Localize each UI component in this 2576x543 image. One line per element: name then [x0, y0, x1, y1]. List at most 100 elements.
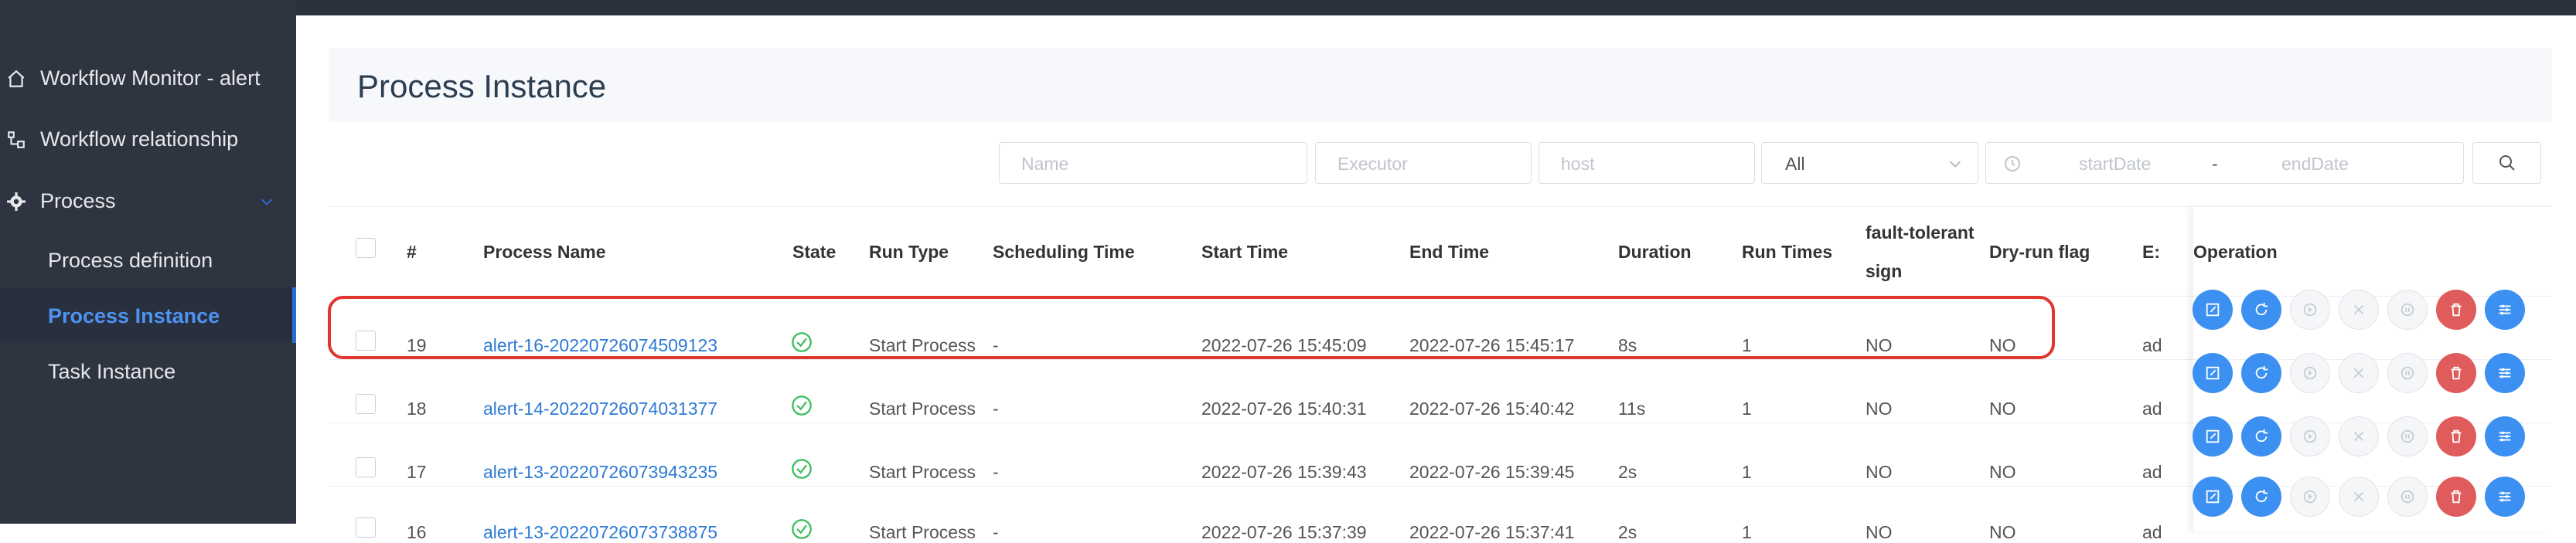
process-name-link[interactable]: alert-14-20220726074031377	[483, 399, 717, 419]
home-icon	[8, 70, 25, 87]
search-icon	[2499, 155, 2515, 171]
delete-button[interactable]	[2436, 290, 2476, 330]
pause-circle-icon	[2401, 429, 2414, 443]
edit-button[interactable]	[2193, 477, 2233, 517]
host-input[interactable]: host	[1538, 142, 1755, 184]
pause-button[interactable]	[2387, 290, 2428, 330]
trash-icon	[2451, 303, 2462, 317]
recover-button[interactable]	[2290, 353, 2330, 393]
col-fault-tolerant-sign: sign	[1866, 261, 1903, 281]
row-run-type: Start Process	[869, 522, 976, 542]
sidebar-item-label: Process	[40, 189, 116, 212]
stop-button[interactable]	[2339, 353, 2379, 393]
row-id: 16	[407, 522, 427, 542]
sliders-icon	[2499, 368, 2511, 378]
close-icon	[2353, 368, 2364, 378]
play-circle-icon	[2303, 490, 2317, 504]
delete-button[interactable]	[2436, 416, 2476, 456]
recover-button[interactable]	[2290, 477, 2330, 517]
sliders-icon	[2499, 304, 2511, 315]
pause-circle-icon	[2401, 366, 2414, 380]
gantt-button[interactable]	[2485, 416, 2525, 456]
sidebar-item-process-instance[interactable]: Process Instance	[48, 304, 220, 328]
sidebar-item-label: Workflow relationship	[40, 127, 239, 151]
date-separator: -	[2212, 154, 2218, 174]
executor-input[interactable]: Executor	[1315, 142, 1532, 184]
col-dry-run: Dry-run flag	[1989, 242, 2090, 262]
edit-button[interactable]	[2193, 290, 2233, 330]
pause-button[interactable]	[2387, 477, 2428, 517]
stop-button[interactable]	[2339, 477, 2379, 517]
sidebar: Workflow Monitor - alert Workflow relati…	[0, 0, 296, 524]
state-select[interactable]: All	[1761, 142, 1978, 184]
close-icon	[2353, 431, 2364, 442]
row-checkbox[interactable]	[356, 518, 376, 538]
gantt-button[interactable]	[2485, 353, 2525, 393]
edit-icon	[2206, 490, 2220, 504]
sidebar-item-workflow-relationship[interactable]: Workflow relationship	[6, 127, 238, 151]
row-scheduling-time: -	[993, 522, 999, 542]
recover-button[interactable]	[2290, 416, 2330, 456]
close-icon	[2353, 491, 2364, 502]
date-range-picker[interactable]: startDate - endDate	[1985, 142, 2464, 184]
name-input[interactable]: Name	[999, 142, 1307, 184]
clock-icon	[2005, 156, 2020, 171]
pause-circle-icon	[2401, 303, 2414, 317]
trash-icon	[2451, 490, 2462, 504]
top-bar	[0, 0, 2576, 15]
row-run-times: 1	[1742, 399, 1752, 419]
row-end-time: 2022-07-26 15:37:41	[1409, 522, 1575, 542]
rerun-button[interactable]	[2241, 353, 2281, 393]
recover-button[interactable]	[2290, 290, 2330, 330]
delete-button[interactable]	[2436, 477, 2476, 517]
gantt-button[interactable]	[2485, 477, 2525, 517]
row-scheduling-time: -	[993, 399, 999, 419]
host-placeholder: host	[1561, 154, 1595, 174]
select-all-checkbox[interactable]	[356, 238, 376, 258]
sidebar-item-process[interactable]: Process	[6, 189, 116, 213]
rerun-button[interactable]	[2241, 416, 2281, 456]
pause-button[interactable]	[2387, 353, 2428, 393]
col-scheduling-time: Scheduling Time	[993, 242, 1135, 262]
delete-button[interactable]	[2436, 353, 2476, 393]
search-button[interactable]	[2472, 142, 2541, 184]
name-placeholder: Name	[1021, 154, 1069, 174]
row-executor: ad	[2142, 399, 2162, 419]
row-fault-tolerant: NO	[1866, 522, 1893, 542]
chevron-down-icon[interactable]	[258, 193, 275, 210]
stop-button[interactable]	[2339, 416, 2379, 456]
row-duration: 2s	[1618, 462, 1637, 482]
row-executor: ad	[2142, 522, 2162, 542]
pause-button[interactable]	[2387, 416, 2428, 456]
edit-button[interactable]	[2193, 416, 2233, 456]
row-checkbox[interactable]	[356, 457, 376, 477]
edit-button[interactable]	[2193, 353, 2233, 393]
chevron-down-icon	[1949, 161, 1961, 168]
col-index: #	[407, 242, 417, 262]
sidebar-item-process-definition[interactable]: Process definition	[48, 249, 213, 273]
row-dry-run: NO	[1989, 522, 2016, 542]
process-name-link[interactable]: alert-13-20220726073738875	[483, 522, 717, 543]
row-run-type: Start Process	[869, 399, 976, 419]
page-header: Process Instance	[329, 48, 2552, 122]
edit-icon	[2206, 429, 2220, 443]
sidebar-item-task-instance[interactable]: Task Instance	[48, 360, 175, 384]
pause-circle-icon	[2401, 490, 2414, 504]
stop-button[interactable]	[2339, 290, 2379, 330]
sidebar-item-workflow-monitor[interactable]: Workflow Monitor - alert	[6, 66, 261, 90]
sliders-icon	[2499, 491, 2511, 502]
state-select-value: All	[1785, 154, 1805, 174]
play-circle-icon	[2303, 429, 2317, 443]
row-checkbox[interactable]	[356, 394, 376, 414]
row-duration: 2s	[1618, 522, 1637, 542]
gantt-button[interactable]	[2485, 290, 2525, 330]
process-name-link[interactable]: alert-13-20220726073943235	[483, 462, 717, 483]
row-dry-run: NO	[1989, 462, 2016, 482]
row-executor: ad	[2142, 462, 2162, 482]
rerun-button[interactable]	[2241, 290, 2281, 330]
refresh-icon	[2255, 365, 2268, 379]
rerun-button[interactable]	[2241, 477, 2281, 517]
col-executor: E:	[2142, 242, 2160, 262]
row-run-times: 1	[1742, 462, 1752, 482]
trash-icon	[2451, 429, 2462, 443]
